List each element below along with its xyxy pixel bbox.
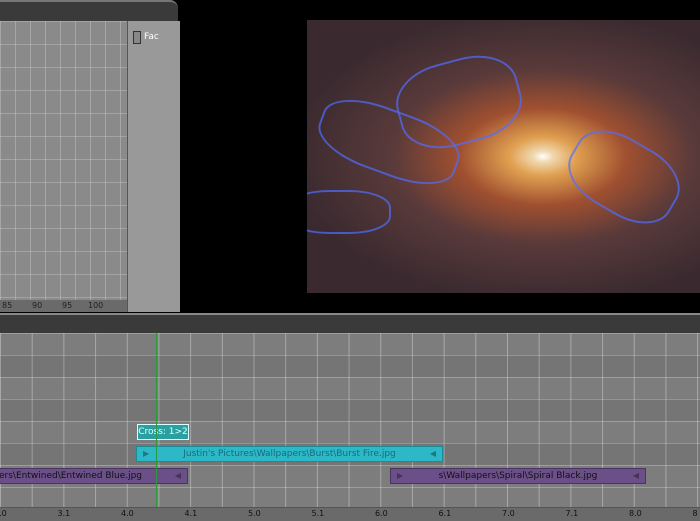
strip-right-handle-icon[interactable]: ◀ — [633, 469, 639, 483]
spiral-black-image-strip[interactable]: ▶ s\Wallpapers\Spiral\Spiral Black.jpg ◀ — [390, 468, 646, 484]
sequencer-time-axis: 3.0 3.1 4.0 4.1 5.0 5.1 6.0 6.1 7.0 7.1 8.0 8 — [0, 507, 700, 521]
sequencer-header — [0, 313, 700, 335]
time-tick: 3.1 — [57, 509, 71, 518]
time-tick: 5.0 — [248, 509, 261, 518]
time-tick: 5.1 — [311, 509, 325, 518]
time-tick: 7.0 — [502, 509, 515, 518]
time-tick: 4.0 — [121, 509, 134, 518]
cross-effect-strip[interactable]: Cross: 1>2 — [137, 424, 189, 440]
strip-left-handle-icon[interactable]: ▶ — [397, 469, 403, 483]
ipo-curve-graph[interactable] — [0, 21, 127, 300]
strip-label: s\Wallpapers\Spiral\Spiral Black.jpg — [438, 471, 598, 481]
ipo-tick: 90 — [32, 301, 43, 310]
fac-channel-toggle[interactable] — [133, 31, 141, 44]
strip-left-handle-icon[interactable]: ▶ — [143, 447, 149, 461]
time-tick: 8.0 — [629, 509, 642, 518]
sequence-preview-image — [307, 20, 700, 293]
ipo-tick: 85 — [2, 301, 13, 310]
strip-right-handle-icon[interactable]: ◀ — [175, 469, 181, 483]
strip-label: ers\Entwined\Entwined Blue.jpg — [0, 471, 143, 481]
time-tick: 4.1 — [184, 509, 198, 518]
ipo-tick: 95 — [62, 301, 73, 310]
sequencer-timeline[interactable]: Cross: 1>2 ▶ Justin's Pictures\Wallpaper… — [0, 333, 700, 507]
ipo-tick: 100 — [88, 301, 104, 310]
entwined-blue-image-strip[interactable]: ers\Entwined\Entwined Blue.jpg ◀ — [0, 468, 188, 484]
ipo-channel-list: Fac — [127, 21, 180, 312]
fac-channel-label[interactable]: Fac — [144, 32, 159, 42]
time-tick: 6.0 — [375, 509, 388, 518]
strip-right-handle-icon[interactable]: ◀ — [430, 447, 436, 461]
time-tick: 8 — [692, 509, 698, 518]
strip-label: Justin's Pictures\Wallpapers\Burst\Burst… — [183, 449, 396, 459]
ipo-window-header — [0, 0, 178, 23]
burst-fire-image-strip[interactable]: ▶ Justin's Pictures\Wallpapers\Burst\Bur… — [136, 446, 443, 462]
ipo-frame-axis: 85 90 95 100 — [0, 300, 127, 312]
time-tick: 7.1 — [565, 509, 579, 518]
time-tick: 3.0 — [0, 509, 7, 518]
time-tick: 6.1 — [438, 509, 452, 518]
current-frame-playhead[interactable] — [156, 333, 157, 507]
